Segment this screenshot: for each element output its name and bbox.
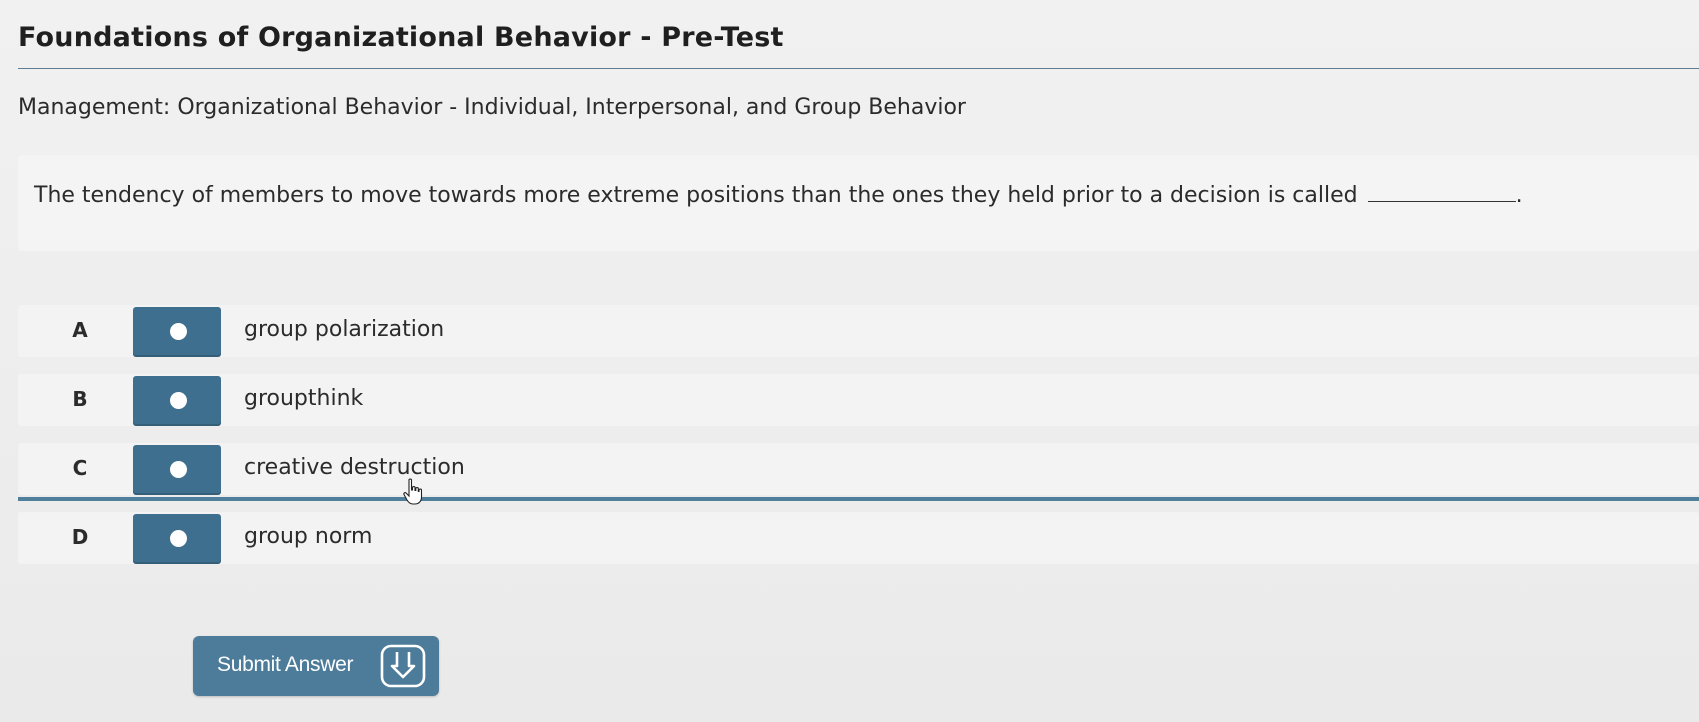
option-c[interactable]: C creative destruction — [18, 443, 1699, 501]
question-box: The tendency of members to move towards … — [18, 155, 1699, 251]
course-subtitle: Management: Organizational Behavior - In… — [18, 95, 966, 120]
answer-blank — [1367, 183, 1516, 202]
question-prompt: The tendency of members to move towards … — [34, 183, 1358, 208]
option-a[interactable]: A group polarization — [18, 305, 1699, 357]
answer-options: A group polarization B groupthink C crea… — [18, 305, 1699, 581]
option-c-radio-button[interactable] — [133, 445, 221, 495]
option-text: group polarization — [244, 317, 445, 342]
quiz-page: Foundations of Organizational Behavior -… — [0, 0, 1699, 722]
hand-pointer-cursor-icon — [403, 478, 423, 505]
option-b[interactable]: B groupthink — [18, 374, 1699, 426]
submit-answer-button[interactable]: Submit Answer — [193, 636, 439, 696]
option-letter: A — [72, 318, 88, 342]
page-title: Foundations of Organizational Behavior -… — [18, 22, 784, 53]
option-letter: D — [71, 525, 89, 549]
radio-dot-icon — [170, 530, 187, 547]
option-letter: B — [72, 387, 88, 411]
question-text: The tendency of members to move towards … — [34, 183, 1523, 208]
option-d-radio-button[interactable] — [133, 514, 221, 564]
option-text: groupthink — [244, 386, 364, 411]
radio-dot-icon — [170, 323, 187, 340]
option-d[interactable]: D group norm — [18, 512, 1699, 564]
submit-arrow-icon — [380, 644, 426, 688]
option-a-radio-button[interactable] — [133, 307, 221, 357]
option-b-radio-button[interactable] — [133, 376, 221, 426]
radio-dot-icon — [170, 461, 187, 478]
radio-dot-icon — [170, 392, 187, 409]
option-text: group norm — [244, 524, 373, 549]
option-letter: C — [72, 456, 88, 480]
question-end-punctuation: . — [1515, 183, 1523, 208]
submit-answer-label: Submit Answer — [217, 653, 354, 676]
title-divider — [18, 68, 1699, 69]
option-text: creative destruction — [244, 455, 465, 480]
